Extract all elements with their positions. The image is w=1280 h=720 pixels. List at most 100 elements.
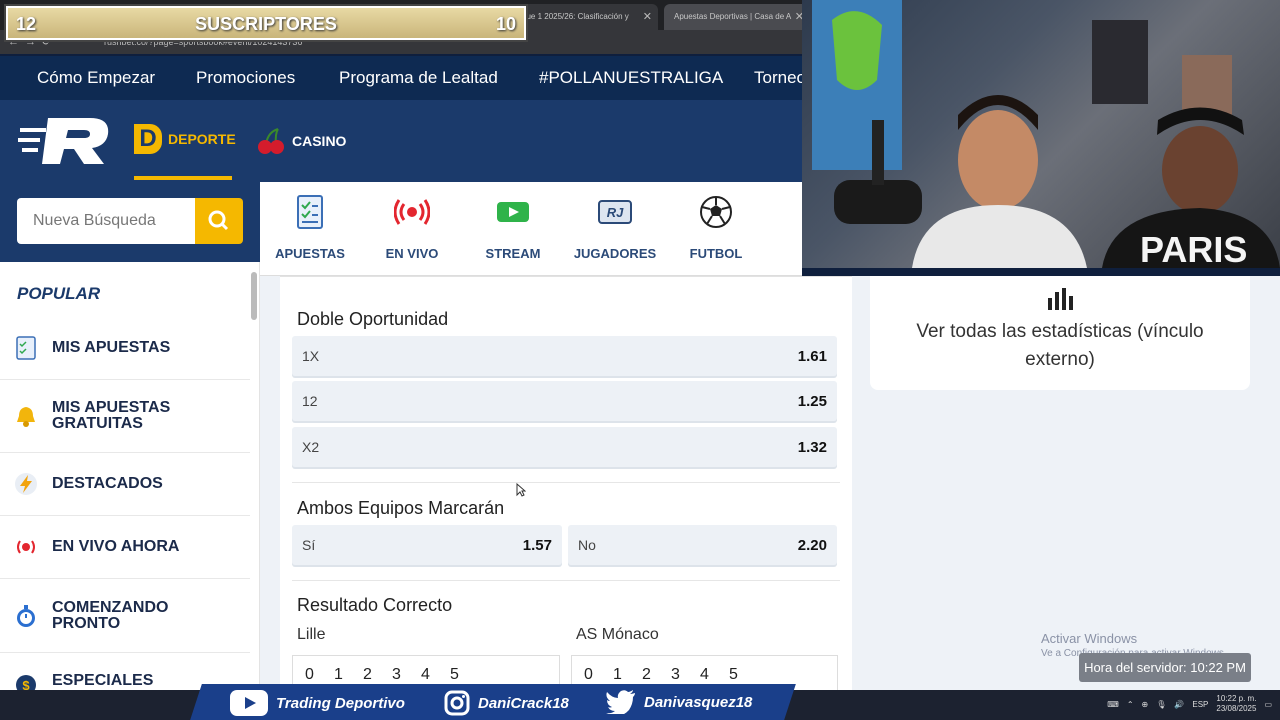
odds-button-12[interactable]: 12 1.25 — [292, 381, 837, 421]
nav-torneo[interactable]: Torneo — [754, 68, 806, 88]
odds-value: 1.61 — [797, 348, 827, 365]
keyboard-icon[interactable]: ⌨ — [1107, 700, 1119, 709]
youtube-label: Trading Deportivo — [276, 694, 405, 712]
stats-link-text[interactable]: Ver todas las estadísticas (vínculo exte… — [900, 318, 1220, 374]
soccer-ball-icon — [700, 196, 732, 228]
sidebar-item-label: MIS APUESTAS GRATUITAS — [52, 399, 171, 432]
tab-deporte[interactable]: D DEPORTE — [134, 124, 236, 154]
search-icon — [208, 210, 229, 231]
category-jugadores[interactable]: RJ JUGADORES — [565, 192, 665, 261]
sidebar-item-label: EN VIVO AHORA — [52, 538, 180, 555]
tab-label: Apuestas Deportivas | Casa de A — [674, 12, 792, 21]
search-button[interactable] — [195, 198, 243, 244]
odds-label: No — [578, 537, 596, 553]
network-icon[interactable]: ⊕ — [1142, 700, 1149, 709]
category-futbol[interactable]: FUTBOL — [666, 192, 766, 261]
goal-option[interactable]: 5 — [450, 666, 479, 684]
sidebar-item-comenzando-pronto[interactable]: COMENZANDO PRONTO — [0, 579, 250, 653]
category-more[interactable]: T — [768, 192, 802, 261]
sidebar-item-label: ESPECIALES RUSHBET — [52, 672, 154, 691]
brand-bar: D DEPORTE CASINO — [0, 100, 810, 182]
youtube-handle[interactable]: Trading Deportivo — [230, 690, 405, 716]
sidebar-item-apuestas-gratuitas[interactable]: MIS APUESTAS GRATUITAS — [0, 380, 250, 453]
twitter-icon — [606, 690, 635, 714]
odds-value: 2.20 — [797, 537, 827, 554]
close-icon[interactable]: ✕ — [643, 10, 652, 23]
category-apuestas[interactable]: APUESTAS — [260, 192, 360, 261]
market-title-ambos-marcan: Ambos Equipos Marcarán — [297, 498, 505, 518]
search-input[interactable] — [17, 198, 195, 244]
volume-icon[interactable]: 🔊 — [1174, 700, 1184, 709]
svg-text:RJ: RJ — [607, 205, 624, 220]
goal-option[interactable]: 1 — [613, 666, 642, 684]
sidebar-item-mis-apuestas[interactable]: MIS APUESTAS — [0, 316, 250, 380]
taskbar-clock[interactable]: 10:22 p. m. 23/08/2025 — [1216, 694, 1256, 714]
nav-pollanuestraliga[interactable]: #POLLANUESTRALIGA — [539, 68, 723, 88]
stats-link-card[interactable]: Ver todas las estadísticas (vínculo exte… — [870, 276, 1250, 390]
tab-casino[interactable]: CASINO — [256, 126, 346, 156]
clock-date: 23/08/2025 — [1216, 704, 1257, 713]
rushbet-logo-icon[interactable] — [18, 116, 112, 166]
live-icon — [17, 540, 35, 554]
active-tab-underline — [134, 176, 232, 180]
odds-value: 1.57 — [522, 537, 552, 554]
nav-lealtad[interactable]: Programa de Lealtad — [339, 68, 498, 88]
category-label: T — [768, 246, 802, 261]
nav-como-empezar[interactable]: Cómo Empezar — [37, 68, 155, 88]
odds-button-no[interactable]: No 2.20 — [568, 525, 837, 565]
goal-option[interactable]: 0 — [305, 666, 334, 684]
markets-card: Doble Oportunidad 1X 1.61 12 1.25 X2 1.3… — [280, 276, 852, 690]
webcam-overlay: PARIS — [802, 0, 1280, 268]
odds-label: X2 — [302, 439, 320, 455]
betslip-icon — [16, 335, 36, 360]
subs-label: SUSCRIPTORES — [195, 14, 337, 34]
odds-button-si[interactable]: Sí 1.57 — [292, 525, 562, 565]
goal-option[interactable]: 3 — [392, 666, 421, 684]
category-en-vivo[interactable]: EN VIVO — [362, 192, 462, 261]
system-tray: ⌨ ⌃ ⊕ 🎙 🔊 ESP 10:22 p. m. 23/08/2025 ▭ — [1107, 694, 1272, 714]
category-stream[interactable]: STREAM — [463, 192, 563, 261]
market-title-resultado-correcto: Resultado Correcto — [297, 595, 453, 615]
sidebar-item-label: MIS APUESTAS — [52, 338, 171, 356]
coin-icon: $ — [16, 675, 36, 690]
casino-label: CASINO — [292, 133, 347, 149]
notification-icon[interactable]: ▭ — [1264, 700, 1272, 709]
odds-button-1x[interactable]: 1X 1.61 — [292, 336, 837, 376]
browser-tab[interactable]: gue 1 2025/26: Clasificación y ✕ — [512, 4, 658, 30]
odds-label: Sí — [302, 537, 316, 553]
sidebar-scrollbar[interactable] — [251, 272, 257, 320]
stream-icon — [497, 202, 529, 222]
main-content: Doble Oportunidad 1X 1.61 12 1.25 X2 1.3… — [260, 276, 1280, 690]
goal-option[interactable]: 5 — [729, 666, 758, 684]
deporte-label: DEPORTE — [168, 131, 236, 147]
goal-option[interactable]: 3 — [671, 666, 700, 684]
category-label: FUTBOL — [689, 246, 743, 261]
sidebar-item-en-vivo-ahora[interactable]: EN VIVO AHORA — [0, 516, 250, 579]
sidebar: POPULAR MIS APUESTAS MIS APUESTAS GRATUI… — [0, 262, 260, 690]
chevron-up-icon[interactable]: ⌃ — [1127, 700, 1134, 709]
stopwatch-icon — [17, 604, 35, 627]
divider — [292, 580, 840, 581]
browser-tab-active[interactable]: Apuestas Deportivas | Casa de A ✕ — [664, 4, 810, 30]
nav-promociones[interactable]: Promociones — [196, 68, 295, 88]
svg-text:$: $ — [22, 678, 30, 690]
instagram-icon — [444, 690, 470, 716]
odds-button-x2[interactable]: X2 1.32 — [292, 427, 837, 467]
subs-count-right: 10 — [495, 14, 516, 34]
goal-option[interactable]: 1 — [334, 666, 363, 684]
betslip-icon — [297, 195, 323, 229]
server-time-badge: Hora del servidor: 10:22 PM — [1079, 653, 1251, 682]
instagram-label: DaniCrack18 — [478, 694, 569, 712]
twitter-handle[interactable]: Danivasquez18 — [606, 690, 752, 714]
search-area — [0, 182, 260, 262]
language-indicator[interactable]: ESP — [1192, 700, 1208, 709]
goal-option[interactable]: 4 — [700, 666, 729, 684]
goal-option[interactable]: 2 — [642, 666, 671, 684]
divider — [292, 482, 840, 483]
goal-option[interactable]: 2 — [363, 666, 392, 684]
goal-option[interactable]: 0 — [584, 666, 613, 684]
instagram-handle[interactable]: DaniCrack18 — [444, 690, 569, 716]
sidebar-item-destacados[interactable]: DESTACADOS — [0, 453, 250, 516]
microphone-icon[interactable]: 🎙 — [1156, 700, 1166, 709]
goal-option[interactable]: 4 — [421, 666, 450, 684]
